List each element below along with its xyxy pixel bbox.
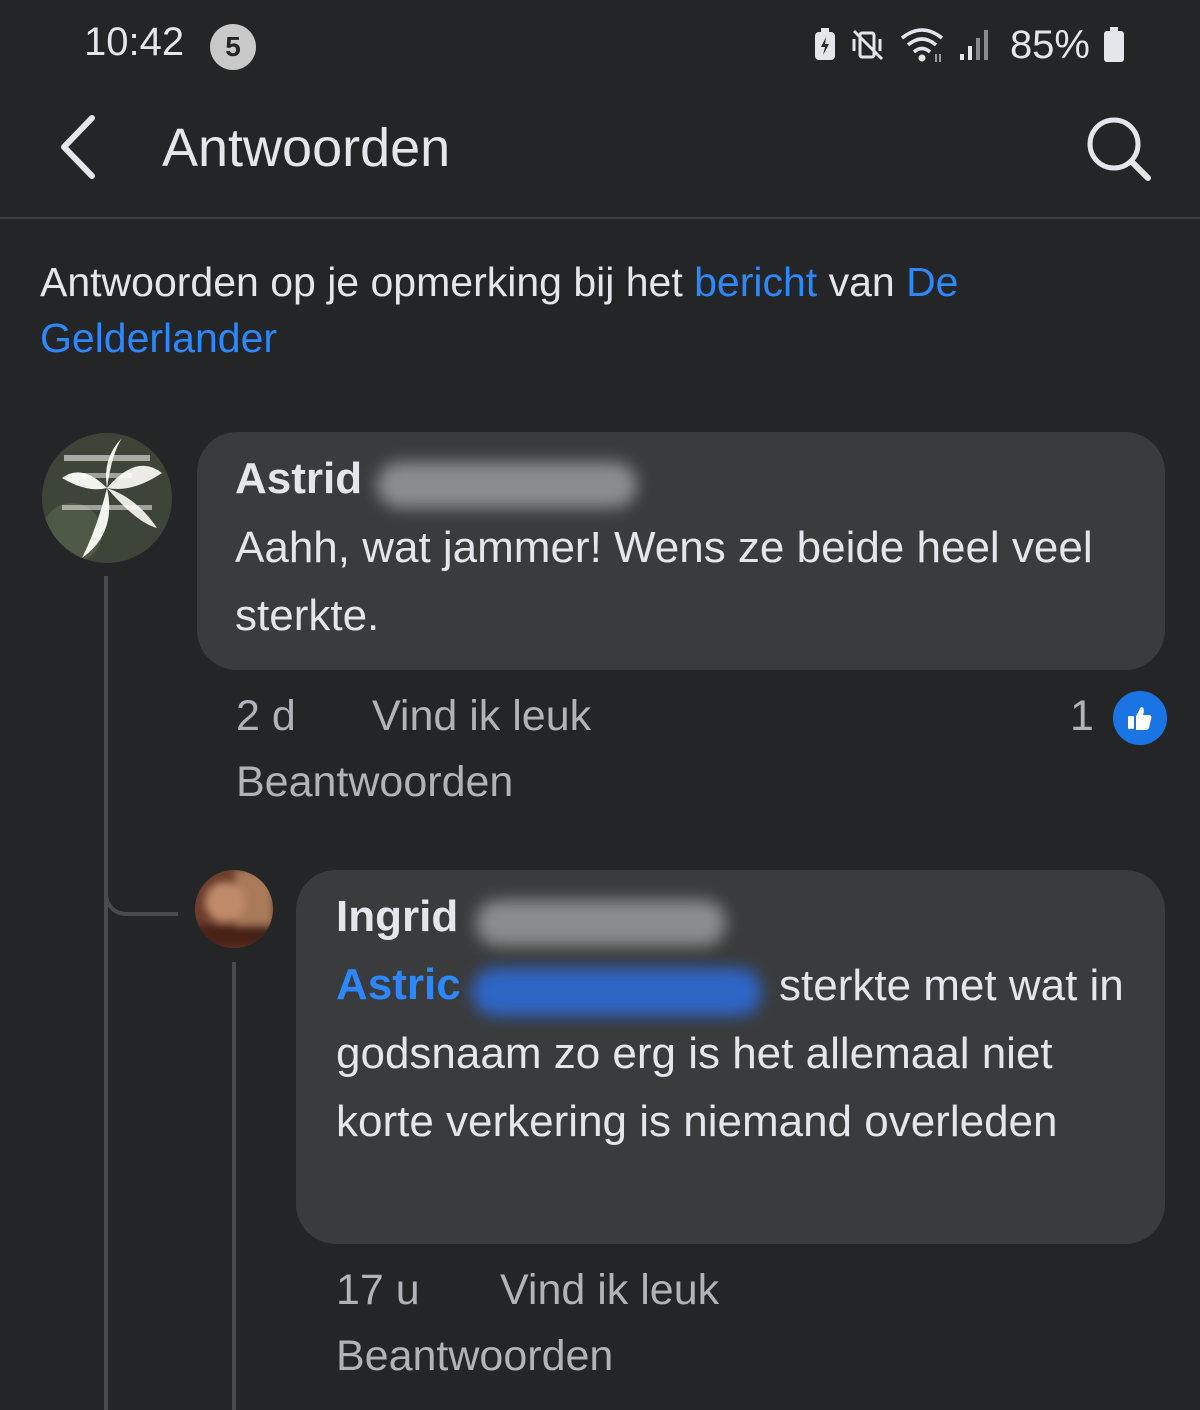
app-header: Antwoorden (0, 90, 1200, 219)
battery-icon (1104, 27, 1124, 62)
lily-flower-avatar-icon (42, 433, 172, 563)
avatar-astrid[interactable] (42, 433, 172, 563)
reply-button[interactable]: Beantwoorden (236, 758, 513, 807)
blurred-avatar-icon (195, 870, 273, 948)
like-count: 1 (1070, 692, 1094, 740)
search-button[interactable] (1082, 112, 1154, 184)
intro-text: Antwoorden op je opmerking bij het (40, 259, 695, 305)
reply-bubble[interactable]: Ingrid Astric sterkte met wat in godsnaa… (296, 870, 1165, 1244)
battery-saver-icon (814, 28, 835, 60)
like-reaction-badge[interactable] (1110, 688, 1170, 748)
wifi-icon (900, 28, 944, 62)
intro-text-middle: van (817, 259, 907, 305)
thumbs-up-icon (1128, 707, 1152, 730)
comment-author[interactable]: Astrid (235, 454, 362, 504)
signal-icon (959, 30, 988, 60)
comment-age: 2 d (236, 692, 296, 740)
battery-percent: 85% (1009, 22, 1090, 67)
thread-line-nested (232, 962, 236, 1410)
vibrate-mute-icon (852, 29, 883, 61)
reply-text: sterkte met wat in godsnaam zo erg is he… (336, 961, 1124, 1146)
like-button[interactable]: Vind ik leuk (372, 692, 591, 741)
redacted-surname (377, 462, 637, 508)
like-button[interactable]: Vind ik leuk (500, 1266, 719, 1315)
back-button[interactable] (52, 112, 112, 182)
status-icons: 85% (812, 22, 1126, 68)
redacted-surname (476, 900, 726, 946)
thread-line (104, 576, 108, 1410)
thread-branch-line (104, 860, 178, 916)
page-title: Antwoorden (162, 118, 451, 178)
reply-age: 17 u (336, 1266, 420, 1314)
replies-intro: Antwoorden op je opmerking bij het beric… (40, 254, 1160, 366)
avatar-ingrid[interactable] (195, 870, 273, 948)
status-bar: 10:42 5 85% (0, 0, 1200, 90)
post-link[interactable]: bericht (694, 259, 817, 305)
chevron-left-icon (61, 115, 95, 179)
search-icon (1087, 117, 1151, 181)
comment-text: Aahh, wat jammer! Wens ze beide heel vee… (235, 523, 1093, 640)
comment-bubble[interactable]: Astrid Aahh, wat jammer! Wens ze beide h… (197, 432, 1165, 670)
reply-button[interactable]: Beantwoorden (336, 1332, 613, 1381)
reply-author[interactable]: Ingrid (336, 892, 458, 942)
notification-count-badge: 5 (210, 24, 256, 70)
status-time: 10:42 (84, 20, 185, 64)
